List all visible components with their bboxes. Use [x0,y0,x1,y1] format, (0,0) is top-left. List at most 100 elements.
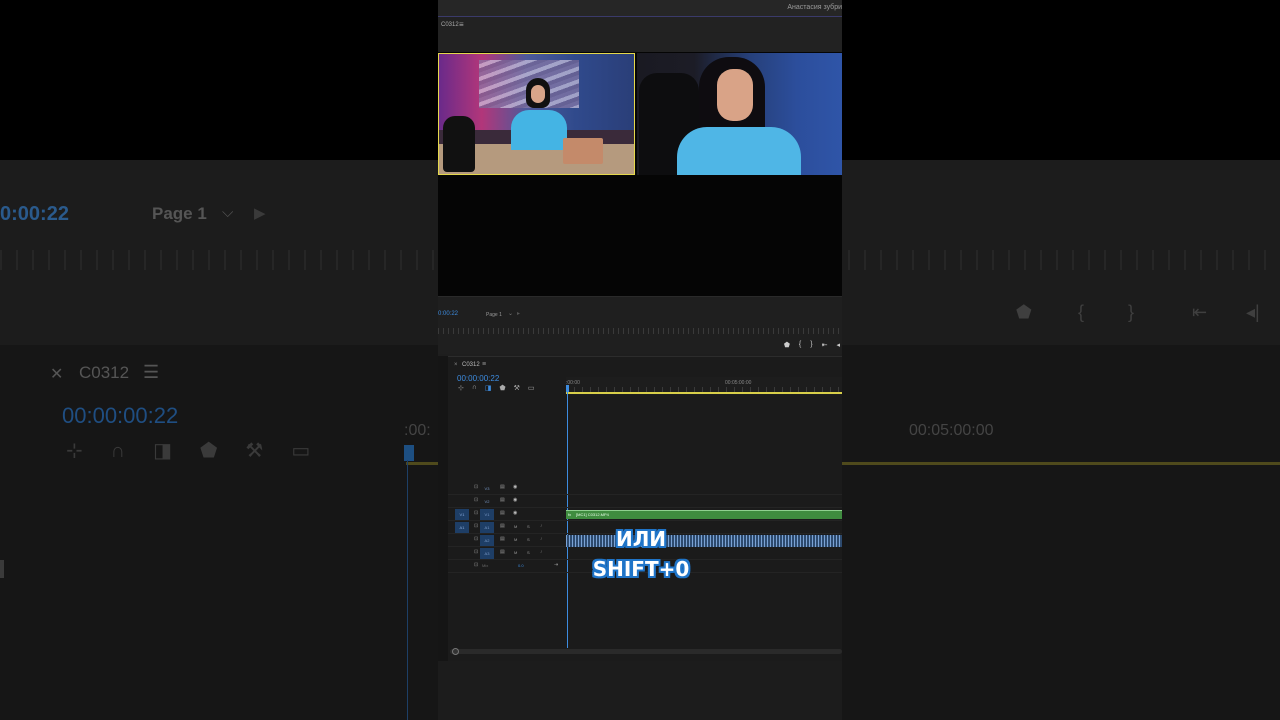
go-to-in-icon[interactable]: ⇤ [822,341,828,349]
go-to-in-icon: ⇤ [1192,302,1208,322]
marker-icon[interactable]: ⬟ [784,341,790,349]
track-id[interactable]: A3 [480,548,494,559]
track-id[interactable]: A1 [480,522,494,533]
lock-icon[interactable]: ⊡ [474,510,478,516]
eye-icon[interactable]: ◉ [513,484,517,490]
chevron-down-icon: ⌵ [222,204,234,221]
transport-controls: ⬟ { } ⇤ ◂ [784,341,840,349]
solo-button[interactable]: S [527,550,530,555]
mic-icon[interactable]: ♪ [540,523,543,529]
program-header: Анастасия зубри C0312 ≡ [438,0,842,52]
horizontal-scrollbar[interactable] [450,649,842,654]
caption-line-1: ИЛИ [615,527,667,551]
backdrop-page-label: Page 1 [152,204,207,223]
play-triangle-icon[interactable]: ▸ [517,310,520,317]
mic-icon[interactable]: ♪ [540,536,543,542]
track-row-v2: ⊡ V2 ▤ ◉ [448,496,842,508]
video-caption: ИЛИ SHIFT+0 [586,524,696,584]
source-patch[interactable]: V1 [455,509,469,520]
mute-button[interactable]: M [514,550,517,555]
mix-value[interactable]: 0.0 [518,563,524,568]
lock-icon[interactable]: ⊡ [474,497,478,503]
track-id[interactable]: V3 [480,483,494,494]
dog-statue [443,116,475,172]
track-id[interactable]: A2 [480,535,494,546]
lock-icon[interactable]: ⊡ [474,549,478,555]
sync-lock-icon[interactable]: ▤ [500,484,505,490]
snap-magnet-icon[interactable]: ∩ [472,384,477,392]
lock-icon[interactable]: ⊡ [474,562,478,568]
chevron-down-icon[interactable]: ⌄ [508,310,513,317]
mix-label: Mix [482,563,489,568]
backdrop-sequence-timecode: 00:00:00:22 [62,403,179,428]
video-clip[interactable]: fx [MC1] C0312.MP4 [566,510,842,519]
eye-icon[interactable]: ◉ [513,510,517,516]
source-patch[interactable]: A1 [455,522,469,533]
mark-out-icon[interactable]: } [810,341,812,349]
backdrop-edge-handle [0,560,4,578]
camera-angle-2[interactable] [637,53,842,175]
mark-in-icon: { [1078,302,1085,322]
lock-icon[interactable]: ⊡ [474,484,478,490]
menu-icon[interactable]: ≡ [482,361,486,368]
menu-icon: ☰ [143,362,160,382]
laptop [563,138,603,164]
timeline-panel: × C0312 ≡ 00:00:00:22 ⊹ ∩ ◨ ⬟ ⚒ ▭ :00:00… [448,356,842,661]
mark-out-icon: } [1128,302,1135,322]
work-area-bar[interactable] [566,392,842,394]
linked-selection-icon[interactable]: ◨ [485,384,492,392]
program-sequence-tab[interactable]: C0312 [441,22,459,28]
sync-lock-icon[interactable]: ▤ [500,536,505,542]
presenter-body [677,127,801,175]
mute-button[interactable]: M [514,537,517,542]
scroll-handle[interactable] [452,648,459,655]
backdrop-tools: ⊹∩◨⬟⚒▭ [66,440,339,462]
solo-button[interactable]: S [527,524,530,529]
eye-icon[interactable]: ◉ [513,497,517,503]
program-timecode[interactable]: 0:00:22 [438,311,458,317]
solo-button[interactable]: S [527,537,530,542]
track-row-v3: ⊡ V3 ▤ ◉ [448,483,842,495]
sync-lock-icon[interactable]: ▤ [500,497,505,503]
wrench-icon[interactable]: ⚒ [514,384,520,392]
mark-in-icon[interactable]: { [799,341,801,349]
add-marker-icon[interactable]: ⬟ [500,384,506,392]
program-mini-ruler[interactable] [438,328,842,334]
video-clip-label: [MC1] C0312.MP4 [576,512,609,517]
backdrop-sequence-name: C0312 [79,363,130,382]
presenter-face [531,85,545,103]
mic-icon[interactable]: ♪ [540,549,543,555]
camera-angle-1[interactable] [438,53,635,175]
backdrop-ruler-left-time: :00: [404,422,431,439]
go-to-end-icon[interactable]: ⇥ [554,562,558,568]
sync-lock-icon[interactable]: ▤ [500,523,505,529]
close-icon: ✕ [50,366,64,383]
nest-icon[interactable]: ⊹ [458,384,464,392]
presenter-face [717,69,753,121]
lock-icon[interactable]: ⊡ [474,536,478,542]
track-id[interactable]: V2 [480,496,494,507]
premiere-window: Анастасия зубри C0312 ≡ 0:00:22 Page 1 ⌄… [438,0,842,720]
track-id[interactable]: V1 [480,509,494,520]
close-icon[interactable]: × [454,362,458,368]
sync-lock-icon[interactable]: ▤ [500,549,505,555]
lock-icon[interactable]: ⊡ [474,523,478,529]
bottom-pad [438,661,842,720]
ruler-mark-time: 00:05:00:00 [725,380,752,386]
timeline-sequence-name[interactable]: C0312 [462,362,480,368]
caption-line-2: SHIFT+0 [592,557,690,581]
sync-lock-icon[interactable]: ▤ [500,510,505,516]
step-back-icon[interactable]: ◂ [836,341,840,349]
playhead-handle[interactable] [566,385,569,392]
step-back-icon: ◂| [1246,302,1260,322]
timeline-timecode[interactable]: 00:00:00:22 [457,374,499,383]
mute-button[interactable]: M [514,524,517,529]
menu-icon[interactable]: ≡ [459,20,464,29]
play-triangle-icon: ▶ [254,205,266,222]
backdrop-timecode: 0:00:22 [0,203,69,225]
clip-fx-badge: fx [568,512,572,517]
user-name: Анастасия зубри [787,4,842,11]
page-select[interactable]: Page 1 [486,312,502,318]
backdrop-playhead-line [407,460,408,720]
captions-icon[interactable]: ▭ [528,384,535,392]
